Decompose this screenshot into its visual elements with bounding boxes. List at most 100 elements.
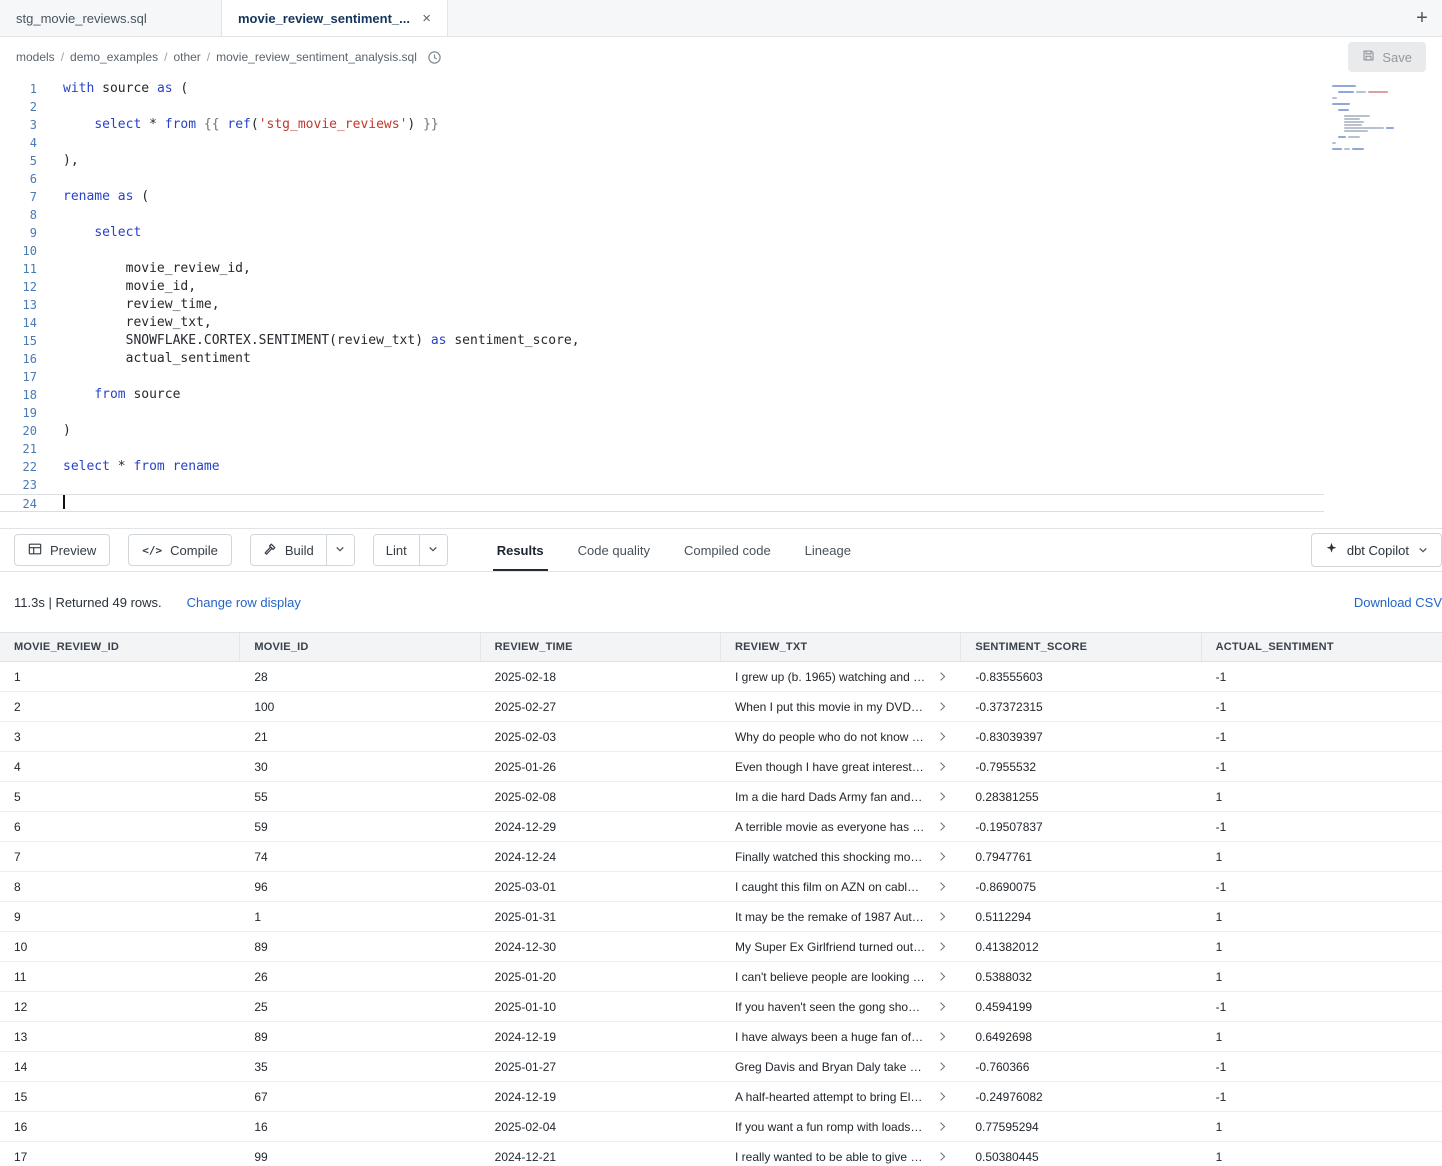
review-text: Why do people who do not know what… (735, 730, 925, 744)
cell-movie_review_id: 14 (0, 1052, 240, 1081)
expand-row-icon[interactable] (937, 1002, 945, 1010)
code-line-2[interactable]: 2 (0, 98, 1324, 116)
close-tab-icon[interactable]: × (422, 11, 431, 26)
expand-row-icon[interactable] (937, 972, 945, 980)
code-line-21[interactable]: 21 (0, 440, 1324, 458)
expand-row-icon[interactable] (937, 1122, 945, 1130)
line-number: 16 (0, 350, 37, 368)
download-csv-link[interactable]: Download CSV (1354, 595, 1442, 610)
cell-review_time: 2025-01-10 (481, 992, 721, 1021)
column-header-review_time[interactable]: REVIEW_TIME (481, 633, 721, 661)
code-line-5[interactable]: 5), (0, 152, 1324, 170)
cell-actual_sentiment: 1 (1202, 902, 1442, 931)
column-header-review_txt[interactable]: REVIEW_TXT (721, 633, 961, 661)
cell-review_txt: I really wanted to be able to give this … (721, 1142, 961, 1166)
code-line-1[interactable]: 1with source as ( (0, 80, 1324, 98)
breadcrumb-item[interactable]: demo_examples (70, 50, 158, 64)
code-line-7[interactable]: 7rename as ( (0, 188, 1324, 206)
table-row: 8962025-03-01I caught this film on AZN o… (0, 872, 1442, 902)
code-text (37, 368, 63, 386)
expand-row-icon[interactable] (937, 1152, 945, 1160)
code-line-6[interactable]: 6 (0, 170, 1324, 188)
code-line-14[interactable]: 14 review_txt, (0, 314, 1324, 332)
cell-review_time: 2025-01-27 (481, 1052, 721, 1081)
expand-row-icon[interactable] (937, 702, 945, 710)
cell-movie_review_id: 10 (0, 932, 240, 961)
cell-actual_sentiment: -1 (1202, 1052, 1442, 1081)
column-header-movie_review_id[interactable]: MOVIE_REVIEW_ID (0, 633, 240, 661)
breadcrumb-item[interactable]: movie_review_sentiment_analysis.sql (216, 50, 417, 64)
minimap[interactable] (1332, 85, 1398, 150)
code-line-16[interactable]: 16 actual_sentiment (0, 350, 1324, 368)
compile-button[interactable]: </> Compile (128, 534, 232, 566)
column-header-movie_id[interactable]: MOVIE_ID (240, 633, 480, 661)
cell-actual_sentiment: 1 (1202, 782, 1442, 811)
expand-row-icon[interactable] (937, 762, 945, 770)
table-row: 10892024-12-30My Super Ex Girlfriend tur… (0, 932, 1442, 962)
expand-row-icon[interactable] (937, 942, 945, 950)
code-line-12[interactable]: 12 movie_id, (0, 278, 1324, 296)
expand-row-icon[interactable] (937, 792, 945, 800)
code-text: review_time, (37, 296, 220, 314)
result-tab-compiled-code[interactable]: Compiled code (667, 529, 788, 571)
code-line-10[interactable]: 10 (0, 242, 1324, 260)
code-line-11[interactable]: 11 movie_review_id, (0, 260, 1324, 278)
line-number: 18 (0, 386, 37, 404)
code-line-9[interactable]: 9 select (0, 224, 1324, 242)
dbt-copilot-button[interactable]: dbt Copilot (1311, 533, 1442, 567)
cell-actual_sentiment: 1 (1202, 842, 1442, 871)
table-row: 7742024-12-24Finally watched this shocki… (0, 842, 1442, 872)
result-tab-code-quality[interactable]: Code quality (561, 529, 667, 571)
expand-row-icon[interactable] (937, 1062, 945, 1070)
code-editor[interactable]: 1with source as (23 select * from {{ ref… (0, 77, 1442, 528)
cell-movie_id: 74 (240, 842, 480, 871)
expand-row-icon[interactable] (937, 732, 945, 740)
column-header-actual_sentiment[interactable]: ACTUAL_SENTIMENT (1202, 633, 1442, 661)
code-line-23[interactable]: 23 (0, 476, 1324, 494)
code-lines: 1with source as (23 select * from {{ ref… (0, 80, 1324, 512)
review-text: I caught this film on AZN on cable. It s… (735, 880, 925, 894)
code-line-3[interactable]: 3 select * from {{ ref('stg_movie_review… (0, 116, 1324, 134)
tab-movie-review-sentiment-analysis[interactable]: movie_review_sentiment_... × (222, 0, 448, 36)
expand-row-icon[interactable] (937, 1032, 945, 1040)
expand-row-icon[interactable] (937, 672, 945, 680)
expand-row-icon[interactable] (937, 852, 945, 860)
result-tab-lineage[interactable]: Lineage (788, 529, 868, 571)
result-tab-results[interactable]: Results (480, 529, 561, 571)
cell-movie_review_id: 7 (0, 842, 240, 871)
tab-stg-movie-reviews[interactable]: stg_movie_reviews.sql (0, 0, 222, 36)
lint-button[interactable]: Lint (374, 535, 419, 565)
code-line-24[interactable]: 24 (0, 494, 1324, 512)
code-line-17[interactable]: 17 (0, 368, 1324, 386)
review-text: I have always been a huge fan of "Hom… (735, 1030, 925, 1044)
cell-movie_id: 89 (240, 932, 480, 961)
cell-movie_review_id: 6 (0, 812, 240, 841)
line-number: 7 (0, 188, 37, 206)
breadcrumb-item[interactable]: other (173, 50, 200, 64)
line-number: 2 (0, 98, 37, 116)
change-row-display-link[interactable]: Change row display (187, 595, 301, 610)
breadcrumb-item[interactable]: models (16, 50, 55, 64)
lint-dropdown-button[interactable] (419, 535, 447, 565)
save-button[interactable]: Save (1348, 42, 1426, 72)
code-line-15[interactable]: 15 SNOWFLAKE.CORTEX.SENTIMENT(review_txt… (0, 332, 1324, 350)
column-header-sentiment_score[interactable]: SENTIMENT_SCORE (961, 633, 1201, 661)
code-line-22[interactable]: 22select * from rename (0, 458, 1324, 476)
new-tab-button[interactable]: + (1402, 0, 1442, 36)
code-line-13[interactable]: 13 review_time, (0, 296, 1324, 314)
line-number: 20 (0, 422, 37, 440)
code-line-8[interactable]: 8 (0, 206, 1324, 224)
preview-button[interactable]: Preview (14, 534, 110, 566)
build-button[interactable]: Build (251, 535, 326, 565)
expand-row-icon[interactable] (937, 882, 945, 890)
code-line-20[interactable]: 20) (0, 422, 1324, 440)
code-line-18[interactable]: 18 from source (0, 386, 1324, 404)
sync-icon[interactable] (427, 50, 442, 65)
code-line-19[interactable]: 19 (0, 404, 1324, 422)
build-dropdown-button[interactable] (326, 535, 354, 565)
expand-row-icon[interactable] (937, 912, 945, 920)
expand-row-icon[interactable] (937, 1092, 945, 1100)
expand-row-icon[interactable] (937, 822, 945, 830)
code-line-4[interactable]: 4 (0, 134, 1324, 152)
cell-review_time: 2025-01-31 (481, 902, 721, 931)
